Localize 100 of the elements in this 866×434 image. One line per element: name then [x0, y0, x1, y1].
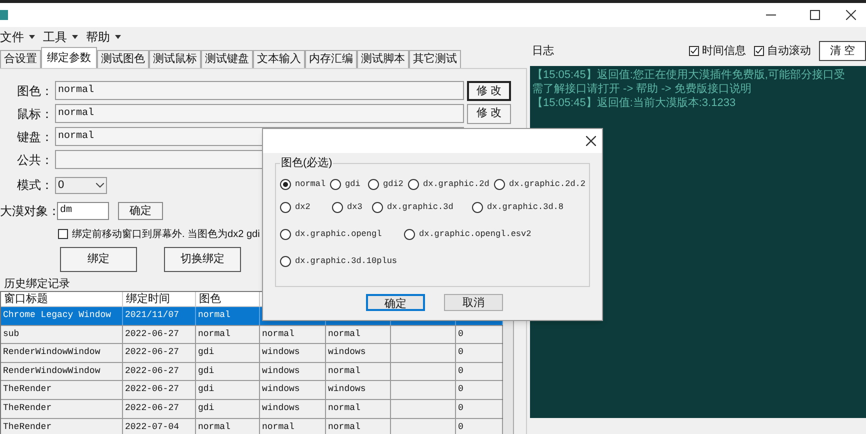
radio-option[interactable]: dx.graphic.3d [372, 201, 472, 214]
table-cell-text: Chrome Legacy Window [3, 309, 112, 322]
table-cell-text: 2022-06-27 [125, 364, 180, 378]
chevron-icon [96, 182, 104, 188]
tab[interactable]: 测试键盘 [201, 50, 253, 68]
close-icon[interactable] [586, 136, 596, 146]
table-cell-text: 0 [458, 383, 464, 396]
checkbox[interactable] [58, 229, 68, 239]
table-cell-text: 2022-06-27 [125, 328, 180, 341]
radio-option[interactable]: dx2 [280, 201, 332, 214]
table-cell-text: windows [262, 402, 300, 416]
log-title: 日志 [532, 44, 554, 59]
radio-option[interactable]: dx.graphic.2d.2 [494, 178, 590, 190]
table-cell-text: TheRender [3, 402, 52, 416]
table-cell-text: windows [328, 383, 366, 396]
caret-icon [72, 35, 78, 39]
tab[interactable]: 绑定参数 [41, 47, 97, 68]
table-cell-text: 0 [458, 364, 464, 378]
column-header[interactable]: 窗口标题 [4, 293, 48, 305]
app-icon [0, 10, 8, 20]
radio-option[interactable]: gdi [330, 178, 368, 190]
log-line: 需了解接口请打开 -> 帮助 -> 免费版接口说明 [532, 82, 752, 96]
checkbox-label: 时间信息 [702, 44, 746, 59]
tab[interactable]: 文本输入 [253, 50, 305, 68]
checkbox[interactable] [754, 46, 764, 56]
radio-option[interactable]: normal [280, 178, 330, 190]
dialog-button[interactable]: 取消 [444, 294, 503, 311]
table-cell: TheRender [3, 420, 52, 434]
menu-item[interactable]: 文件 [0, 28, 35, 46]
checkbox-label: 绑定前移动窗口到屏幕外. 当图色为dx2 gdi [72, 228, 260, 242]
log-line: 【15:05:45】返回值:当前大漠版本:3.1233 [532, 96, 737, 110]
table-cell-text: windows [262, 364, 300, 378]
radio-option[interactable]: dx.graphic.3d.10plus [280, 255, 420, 268]
history-row[interactable]: TheRender 2022-06-27 gdi windows windows 0 [1, 381, 502, 400]
table-cell: normal [328, 420, 360, 434]
text-field[interactable]: normal [55, 104, 464, 123]
radio-option[interactable]: gdi2 [368, 178, 408, 190]
history-row[interactable]: sub 2022-06-27 normal normal normal 0 [1, 326, 502, 344]
history-row[interactable]: RenderWindowWindow 2022-06-27 gdi windows normal 0 [1, 362, 502, 382]
table-cell-text: 0 [458, 402, 464, 416]
tab[interactable]: 内存汇编 [305, 50, 357, 68]
table-cell-text: normal [328, 364, 360, 378]
dialog-button[interactable]: 确定 [366, 294, 425, 311]
group-title: 图色(必选) [280, 156, 334, 170]
clear-button[interactable]: 清 空 [819, 41, 866, 61]
field-label: 鼠标： [16, 106, 54, 122]
confirm-button[interactable]: 确定 [118, 202, 163, 220]
field-label: 图色： [16, 82, 54, 100]
tab[interactable]: 合设置 [0, 50, 41, 68]
radio-option[interactable]: dx3 [332, 201, 372, 214]
action-button[interactable]: 切换绑定 [164, 246, 241, 272]
table-cell-text: gdi [198, 364, 214, 378]
radio-option[interactable]: dx.graphic.2d [408, 178, 494, 190]
text-field[interactable]: normal [55, 81, 464, 100]
table-cell-text: RenderWindowWindow [3, 346, 100, 360]
mode-dropdown[interactable]: 0 [55, 176, 107, 194]
modify-button[interactable]: 修 改 [467, 104, 511, 124]
history-row[interactable]: TheRender 2022-06-27 gdi windows normal 0 [1, 400, 502, 419]
maximize-icon[interactable] [810, 10, 820, 20]
table-cell: 2022-07-04 [125, 420, 180, 434]
menu-item[interactable]: 工具 [43, 28, 78, 46]
table-cell-text: 0 [458, 346, 464, 360]
checkbox-label: 自动滚动 [767, 44, 811, 59]
object-field[interactable]: dm [57, 202, 109, 220]
field-label: 大漠对象： [0, 203, 57, 220]
table-cell: normal [198, 420, 230, 434]
tab[interactable]: 测试图色 [97, 50, 149, 68]
section-title: 历史绑定记录 [4, 277, 71, 291]
table-cell-text: windows [262, 383, 300, 396]
column-header[interactable]: 图色 [199, 293, 221, 305]
radio-option[interactable]: dx.graphic.3d.8 [472, 201, 572, 214]
field-label: 公共： [16, 152, 54, 168]
modify-button[interactable]: 修 改 [467, 80, 511, 100]
checkbox[interactable] [689, 46, 699, 56]
radio-option[interactable]: dx.graphic.opengl [280, 228, 404, 241]
table-cell: 0 [458, 420, 464, 434]
history-row[interactable]: RenderWindowWindow 2022-06-27 gdi windows windows 0 [1, 344, 502, 363]
table-cell-text: sub [3, 328, 20, 341]
table-cell-text: 2021/11/07 [125, 309, 180, 322]
table-cell-text: normal [198, 309, 230, 322]
tab[interactable]: 测试脚本 [357, 50, 409, 68]
table-cell-text: 2022-06-27 [125, 383, 180, 396]
table-cell-text: normal [198, 328, 230, 341]
close-icon[interactable] [846, 10, 856, 20]
table-cell-text: windows [328, 346, 366, 360]
menu-item[interactable]: 帮助 [86, 28, 121, 46]
radio-option[interactable]: dx.graphic.opengl.esv2 [404, 228, 544, 241]
history-row[interactable]: TheRender 2022-07-04 normal normal normal 0 [1, 418, 502, 434]
table-cell-text: gdi [198, 402, 214, 416]
field-label: 键盘： [16, 128, 54, 146]
table-cell: normal [262, 420, 294, 434]
table-cell-text: 0 [458, 328, 464, 341]
column-header[interactable]: 绑定时间 [126, 293, 170, 305]
tab[interactable]: 其它测试 [409, 50, 461, 68]
log-line: 【15:05:45】返回值:您正在使用大漠插件免费版,可能部分接口受 [532, 68, 846, 82]
tab[interactable]: 测试鼠标 [149, 50, 201, 68]
table-cell-text: gdi [198, 383, 214, 396]
action-button[interactable]: 绑定 [60, 246, 137, 272]
table-cell-text: windows [262, 346, 300, 360]
table-cell-text: gdi [198, 346, 214, 360]
